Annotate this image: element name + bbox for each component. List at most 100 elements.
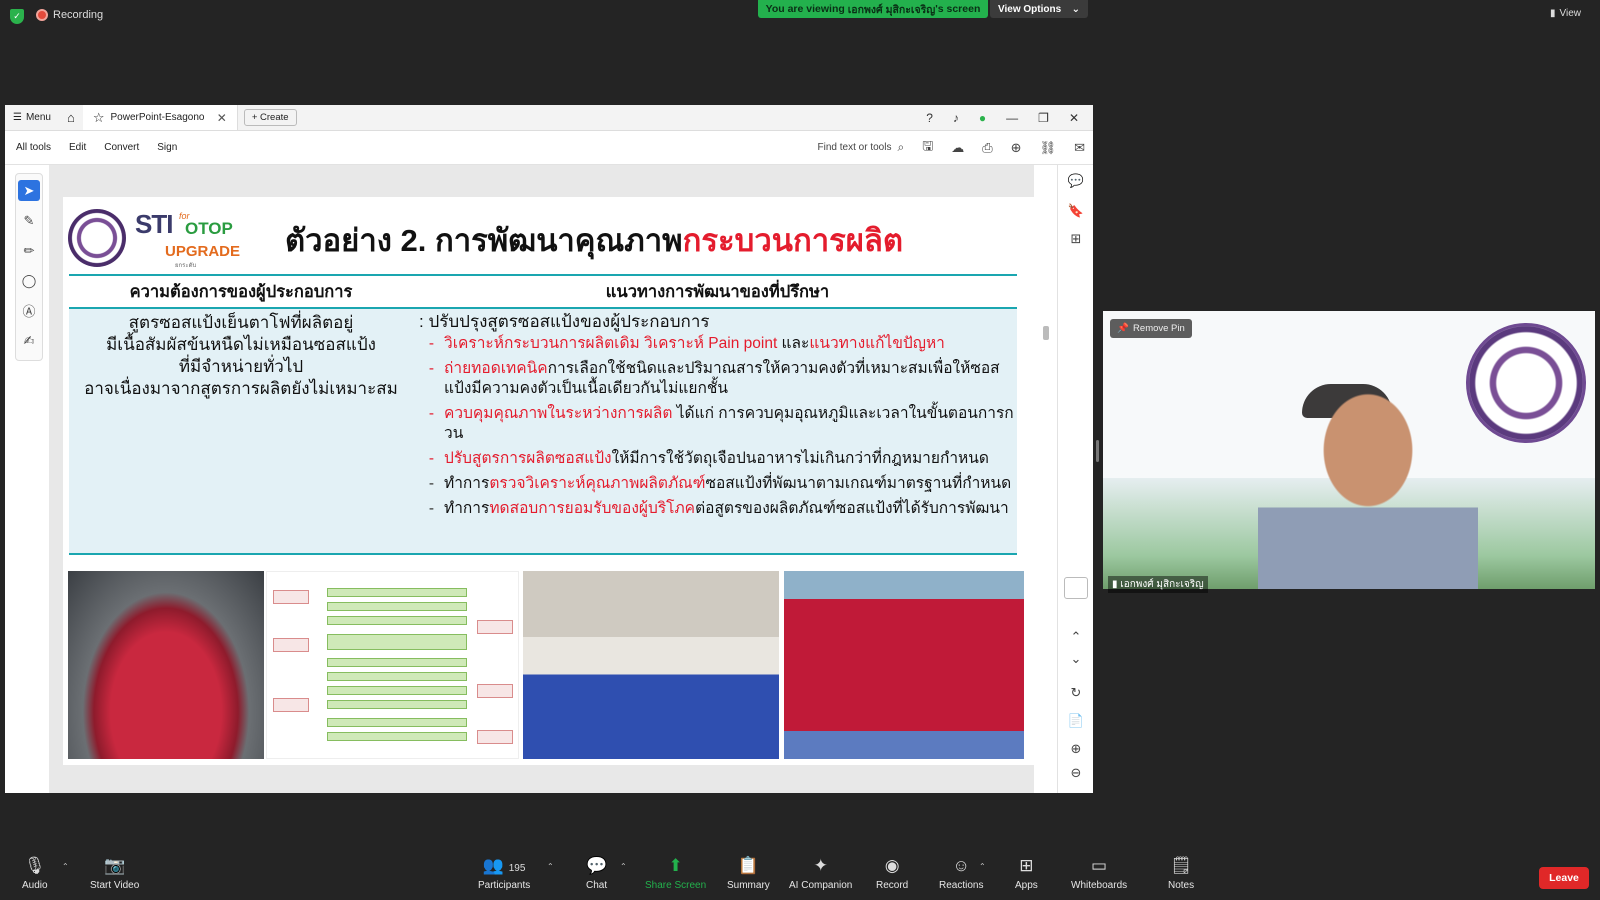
remove-pin-button[interactable]: 📌 Remove Pin [1110,319,1192,338]
menu-convert[interactable]: Convert [104,142,139,153]
create-button[interactable]: + Create [243,109,297,126]
chat-label: Chat [586,880,608,891]
recording-indicator[interactable]: Recording [36,9,103,21]
bullet-red: วิเคราะห์กระบวนการผลิตเดิม วิเคราะห์ Pai… [444,335,778,352]
sparkle-icon: ✦ [813,856,828,875]
restore-icon[interactable]: ❐ [1038,111,1049,125]
participants-label: Participants [478,880,531,891]
menu-bar: All tools Edit Convert Sign Find text or… [5,131,1093,165]
rotate-icon[interactable]: ↻ [1066,685,1086,701]
record-button[interactable]: ◉ Record [876,856,908,891]
help-icon[interactable]: ? [926,111,933,125]
right-tool-panel: 💬 🔖 ⊞ 12 44 ⌃ ⌄ ↻ 📄 ⊕ ⊖ [1057,165,1093,793]
needs-line: สูตรซอสแป้งเย็นตาโฟที่ผลิตอยู่ [128,313,354,332]
whiteboards-button[interactable]: ▭ Whiteboards [1071,856,1127,891]
share-screen-icon: ⬆ [668,856,683,875]
lasso-icon[interactable]: ◯ [18,270,40,291]
start-video-button[interactable]: 📷 Start Video [90,856,139,891]
chat-caret-icon[interactable]: ⌃ [620,862,627,871]
minimize-icon[interactable]: — [1006,111,1018,125]
sti-otop-logo: STI for OTOP UPGRADE ยกระดับ [135,209,245,269]
summary-icon: 📋 [737,856,759,875]
comments-icon[interactable]: 💬 [1066,173,1086,189]
logo-sti: STI [135,209,173,239]
participants-button[interactable]: 👥 195 Participants [478,856,530,891]
chevron-down-icon: ⌄ [1071,3,1080,15]
header-divider [69,274,1017,276]
slide-title: ตัวอย่าง 2. การพัฒนาคุณภาพกระบวนการผลิต [285,215,903,265]
notes-button[interactable]: 🗒 Notes [1168,856,1194,891]
page-number-input[interactable]: 12 [1064,577,1088,599]
participants-count: 195 [508,863,526,874]
reactions-caret-icon[interactable]: ⌃ [979,862,986,871]
bullet-dash: - [428,500,435,517]
logo-sub: ยกระดับ [175,263,197,269]
leave-button[interactable]: Leave [1539,867,1589,889]
chat-button[interactable]: 💬 Chat [586,856,607,891]
comment-add-icon[interactable]: ✎ [18,210,40,231]
viewing-screen-banner: You are viewing เอกพงศ์ มุสิกะเจริญ 's s… [758,0,988,18]
home-icon[interactable]: ⌂ [59,105,83,130]
title-black: ตัวอย่าง 2. การพัฒนาคุณภาพ [285,223,683,258]
menu-button[interactable]: ☰ Menu [5,105,59,130]
page-extract-icon[interactable]: 📄 [1066,713,1086,729]
reactions-button[interactable]: ☺ Reactions [939,856,983,891]
save-icon[interactable]: 🖫 [922,137,933,159]
select-cursor-icon[interactable]: ➤ [18,180,40,201]
left-tool-panel: ➤ ✎ ✏ ◯ Ⓐ ✍ [15,173,43,361]
bullet-black-pre: ทำการ [444,475,490,492]
share-user-icon[interactable]: ⊕ [1011,140,1022,156]
bullet-red: ถ่ายทอดเทคนิค [444,360,548,377]
tab-title: PowerPoint-Esagono [110,112,205,123]
find-tools-search[interactable]: Find text or tools ⌕ [818,140,905,155]
logo-otop: OTOP [185,219,233,238]
zoom-out-icon[interactable]: ⊖ [1066,765,1086,781]
bullet-dash: - [428,475,435,492]
close-window-icon[interactable]: ✕ [1069,111,1079,125]
ai-companion-button[interactable]: ✦ AI Companion [789,856,852,891]
smiley-icon: ☺ [952,856,970,875]
audio-button[interactable]: 🎙 Audio [22,856,48,891]
link-icon[interactable]: ⛓ [1040,140,1057,156]
needs-text: สูตรซอสแป้งเย็นตาโฟที่ผลิตอยู่ มีเนื้อสั… [69,312,413,400]
bell-icon[interactable]: ♪ [953,111,959,125]
participants-caret-icon[interactable]: ⌃ [547,862,554,871]
hamburger-icon: ☰ [13,112,22,123]
document-tab[interactable]: ☆ PowerPoint-Esagono ✕ [82,105,238,130]
audio-caret-icon[interactable]: ⌃ [62,862,69,871]
text-select-icon[interactable]: Ⓐ [18,300,40,321]
reactions-label: Reactions [939,880,984,891]
mail-icon[interactable]: ✉ [1074,140,1085,156]
participant-name-label: ▮ เอกพงศ์ มุสิกะเจริญ [1108,576,1208,593]
bullet-black-pre: ทำการ [444,500,490,517]
bullet-item: - ทำการทดสอบการยอมรับของผู้บริโภคต่อสูตร… [419,499,1014,519]
bookmark-icon[interactable]: 🔖 [1066,203,1086,219]
menu-label: Menu [25,112,51,123]
security-shield-icon[interactable]: ✓ [10,9,24,24]
needs-line: มีเนื้อสัมผัสข้นหนืดไม่เหมือนซอสแป้ง [106,335,376,354]
find-label: Find text or tools [817,142,892,153]
star-icon[interactable]: ☆ [93,110,105,126]
share-screen-button[interactable]: ⬆ Share Screen [645,856,706,891]
thumbnails-icon[interactable]: ⊞ [1066,231,1086,247]
close-tab-icon[interactable]: ✕ [217,111,227,125]
pen-icon[interactable]: ✏ [18,240,40,261]
avatar[interactable]: ● [979,111,986,125]
chevron-down-icon[interactable]: ⌄ [1066,651,1086,667]
sign-icon[interactable]: ✍ [18,330,40,351]
audio-label: Audio [22,880,48,891]
menu-sign[interactable]: Sign [157,142,177,153]
summary-button[interactable]: 📋 Summary [727,856,770,891]
view-options-button[interactable]: View Options ⌄ [990,0,1088,18]
apps-button[interactable]: ⊞ Apps [1015,856,1038,891]
print-icon[interactable]: ⎙ [982,140,992,156]
panel-splitter-handle[interactable] [1096,440,1099,462]
menu-edit[interactable]: Edit [69,142,86,153]
view-button[interactable]: ▮ View [1550,8,1581,19]
apps-icon: ⊞ [1019,856,1034,875]
chevron-up-icon[interactable]: ⌃ [1066,629,1086,645]
upload-cloud-icon[interactable]: ☁ [951,140,964,156]
zoom-in-icon[interactable]: ⊕ [1066,741,1086,757]
scrollbar-thumb[interactable] [1043,326,1049,340]
menu-all-tools[interactable]: All tools [16,142,51,153]
